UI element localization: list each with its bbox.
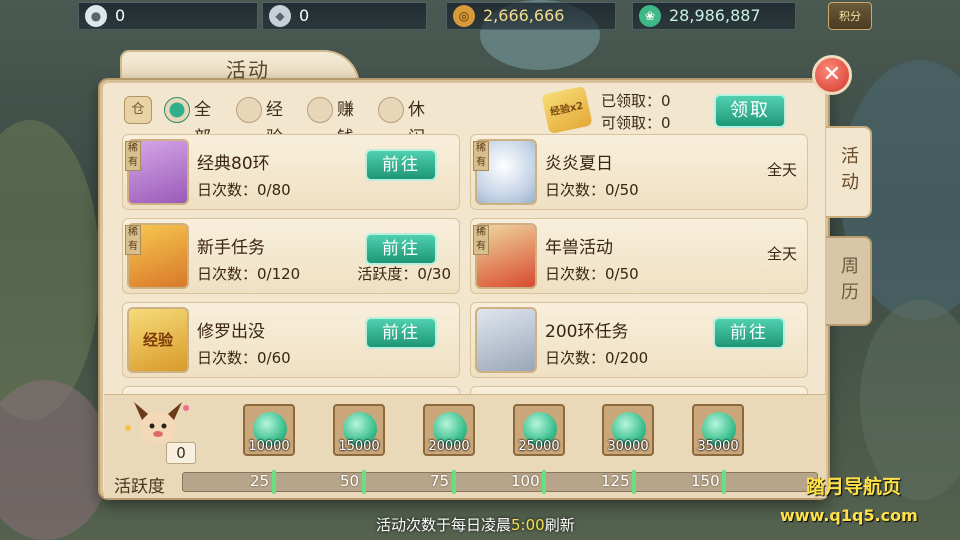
tab-weekly-calendar[interactable]: 周历 <box>826 236 872 326</box>
reward-amount: 20000 <box>428 439 470 454</box>
reward-chest[interactable]: 30000 <box>602 404 654 456</box>
milestone-label: 150 <box>691 472 720 490</box>
activity-name: 新手任务 <box>197 238 265 258</box>
resource-bar: ● 0 ◆ 0 ◎ 2,666,666 ❀ 28,986,887 积分 <box>0 0 960 32</box>
activity-list[interactable]: 稀有 经典80环 日次数：0/80 前往 稀有 炎炎夏日 日次数：0/50 全天… <box>122 134 812 394</box>
tab-weekly-calendar-label: 周历 <box>838 256 859 308</box>
activity-bar-label: 活跃度 <box>114 477 165 497</box>
go-button[interactable]: 前往 <box>713 317 785 349</box>
activity-count: 日次数：0/120 <box>197 265 301 283</box>
claim-stats: 已领取：0 可领取：0 <box>601 90 671 134</box>
panel-title: 活动 <box>226 58 270 82</box>
reward-chest[interactable]: 10000 <box>243 404 295 456</box>
activity-name: 年兽活动 <box>545 238 613 258</box>
activity-card <box>470 386 808 394</box>
reward-amount: 10000 <box>248 439 290 454</box>
activity-name: 修罗出没 <box>197 322 265 342</box>
current-activity-score: 0 <box>166 442 196 464</box>
milestone-tick <box>542 470 546 494</box>
filter-money[interactable]: 赚钱 <box>307 96 354 148</box>
activity-count: 日次数：0/50 <box>545 265 639 283</box>
rare-tag: 稀有 <box>473 225 489 255</box>
activity-count: 日次数：0/200 <box>545 349 649 367</box>
activity-card: 稀有 炎炎夏日 日次数：0/50 全天 <box>470 134 808 210</box>
milestone-tick <box>272 470 276 494</box>
claimable-count: 可领取：0 <box>601 114 671 132</box>
refresh-time: 5:00 <box>511 516 545 534</box>
copper-coin-icon: ◎ <box>453 5 475 27</box>
radio-dot-icon <box>164 97 190 123</box>
copper-coin-counter: ◎ 2,666,666 <box>446 2 616 30</box>
reward-amount: 35000 <box>697 439 739 454</box>
claimed-count: 已领取：0 <box>601 92 671 110</box>
milestone-label: 75 <box>430 472 450 490</box>
tab-activity[interactable]: 活动 <box>826 126 872 218</box>
reward-amount: 15000 <box>338 439 380 454</box>
radio-dot-icon <box>236 97 262 123</box>
go-button[interactable]: 前往 <box>365 149 437 181</box>
score-button[interactable]: 积分 <box>828 2 872 30</box>
silver-ingot-counter: ◆ 0 <box>262 2 427 30</box>
activity-name: 炎炎夏日 <box>545 154 613 174</box>
activity-card <box>122 386 460 394</box>
activity-card: 经验 修罗出没 日次数：0/60 前往 <box>122 302 460 378</box>
watermark-url: www.q1q5.com <box>780 506 918 525</box>
exp-gourd-icon: 经验 <box>127 307 189 373</box>
filter-leisure[interactable]: 休闲 <box>378 96 425 148</box>
milestone-label: 125 <box>601 472 630 490</box>
reward-amount: 25000 <box>518 439 560 454</box>
filter-all[interactable]: 全部 <box>164 96 211 148</box>
jade-value: 28,986,887 <box>669 6 761 25</box>
milestone-tick <box>452 470 456 494</box>
silver-coin-icon: ● <box>85 5 107 27</box>
reward-chest[interactable]: 15000 <box>333 404 385 456</box>
milestone-label: 25 <box>250 472 270 490</box>
refresh-note-after: 刷新 <box>544 516 575 534</box>
activity-time: 全天 <box>766 245 797 263</box>
silver-ingot-value: 0 <box>299 6 310 25</box>
jade-icon: ❀ <box>639 5 661 27</box>
milestone-tick <box>632 470 636 494</box>
silver-coin-value: 0 <box>115 6 126 25</box>
activity-active-points: 活跃度：0/30 <box>357 265 451 283</box>
rare-tag: 稀有 <box>125 225 141 255</box>
reward-chest[interactable]: 35000 <box>692 404 744 456</box>
reward-chest[interactable]: 20000 <box>423 404 475 456</box>
activity-card: 200环任务 日次数：0/200 前往 <box>470 302 808 378</box>
go-button[interactable]: 前往 <box>365 317 437 349</box>
go-button[interactable]: 前往 <box>365 233 437 265</box>
rare-tag: 稀有 <box>125 141 141 171</box>
rare-tag: 稀有 <box>473 141 489 171</box>
activity-card: 稀有 新手任务 日次数：0/120 活跃度：0/30 前往 <box>122 218 460 294</box>
watermark-title: 踏月导航页 <box>806 476 902 498</box>
copper-coin-value: 2,666,666 <box>483 6 565 25</box>
milestone-label: 100 <box>511 472 540 490</box>
milestone-tick <box>362 470 366 494</box>
activity-name: 200环任务 <box>545 322 629 342</box>
milestone-label: 50 <box>340 472 360 490</box>
jade-counter: ❀ 28,986,887 <box>632 2 796 30</box>
silver-coin-counter: ● 0 <box>78 2 258 30</box>
radio-dot-icon <box>307 97 333 123</box>
filter-exp[interactable]: 经验 <box>236 96 283 148</box>
close-button[interactable]: ✕ <box>812 55 852 95</box>
activity-card: 稀有 年兽活动 日次数：0/50 全天 <box>470 218 808 294</box>
activity-card: 稀有 经典80环 日次数：0/80 前往 <box>122 134 460 210</box>
silver-treasure-icon <box>475 307 537 373</box>
activity-count: 日次数：0/60 <box>197 349 291 367</box>
milestone-tick <box>722 470 726 494</box>
activity-name: 经典80环 <box>197 154 270 174</box>
silver-ingot-icon: ◆ <box>269 5 291 27</box>
activity-time: 全天 <box>766 161 797 179</box>
tab-activity-label: 活动 <box>838 146 859 198</box>
lock-icon[interactable]: 仓 <box>124 96 152 124</box>
reward-amount: 30000 <box>607 439 649 454</box>
activity-count: 日次数：0/80 <box>197 181 291 199</box>
refresh-note: 活动次数于每日凌晨5:00刷新 <box>376 514 575 535</box>
activity-count: 日次数：0/50 <box>545 181 639 199</box>
refresh-note-before: 活动次数于每日凌晨 <box>376 516 512 534</box>
reward-chest[interactable]: 25000 <box>513 404 565 456</box>
claim-button[interactable]: 领取 <box>714 94 786 128</box>
radio-dot-icon <box>378 97 404 123</box>
